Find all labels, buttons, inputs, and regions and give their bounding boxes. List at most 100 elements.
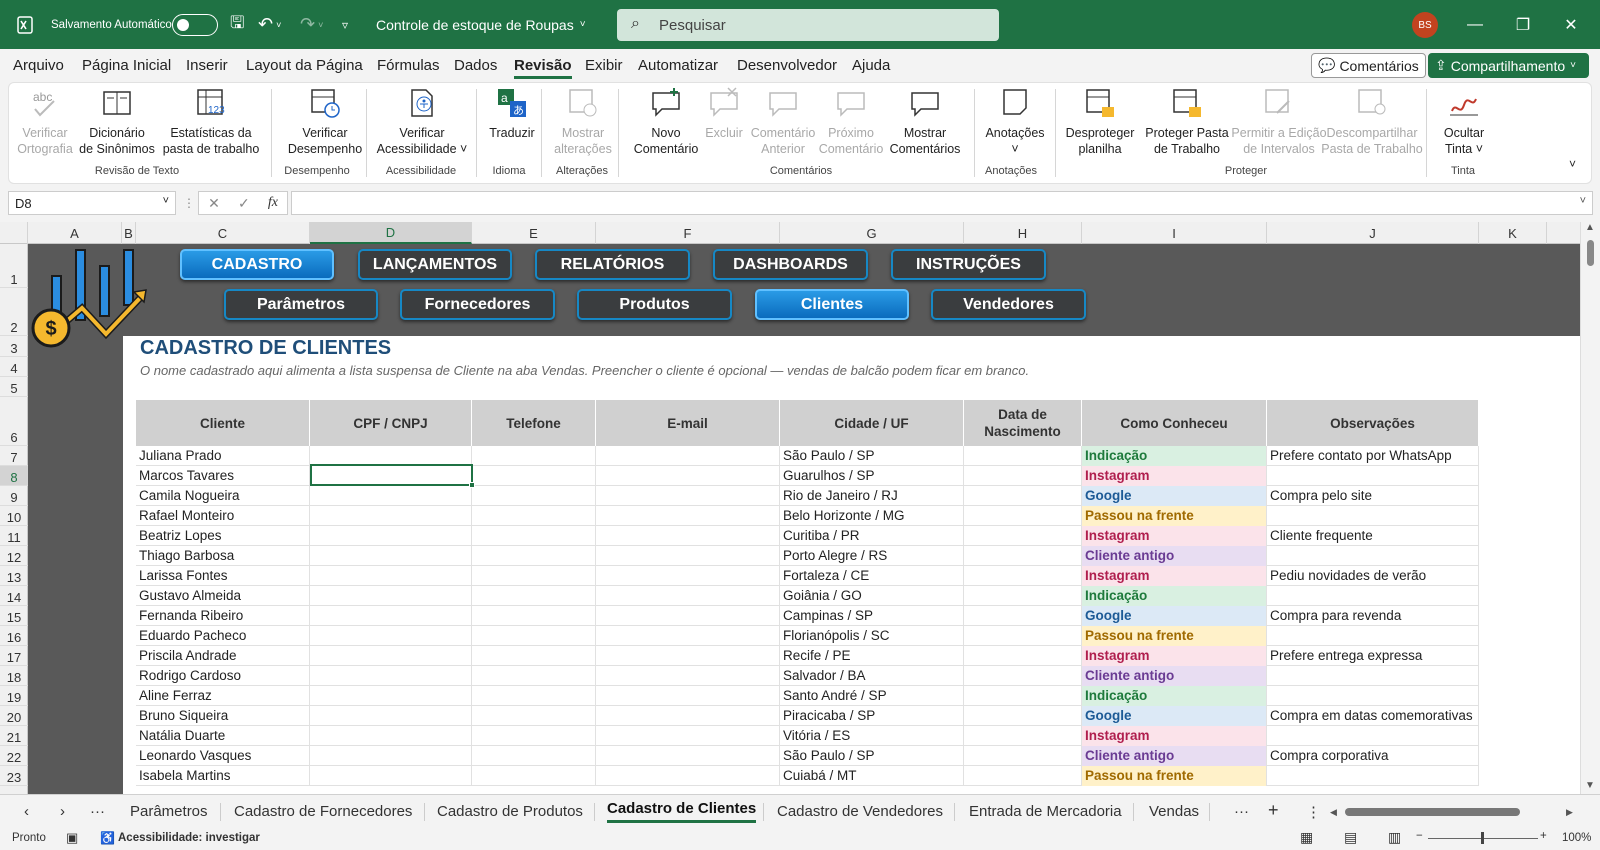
add-sheet-icon[interactable]: + bbox=[1268, 800, 1279, 821]
enter-icon[interactable]: ✓ bbox=[238, 195, 250, 212]
scroll-up-icon[interactable]: ▲ bbox=[1585, 222, 1595, 233]
menu-5[interactable]: Dados bbox=[454, 57, 497, 74]
table-cell[interactable] bbox=[310, 646, 472, 666]
vertical-scrollbar[interactable]: ▲ ▼ bbox=[1580, 222, 1600, 794]
table-cell[interactable]: Instagram bbox=[1082, 466, 1267, 486]
nav-top-4[interactable]: INSTRUÇÕES bbox=[891, 249, 1046, 280]
table-cell[interactable]: Compra para revenda bbox=[1267, 606, 1479, 626]
sheet-tab-4[interactable]: Cadastro de Vendedores bbox=[777, 803, 943, 820]
table-cell[interactable] bbox=[472, 446, 596, 466]
table-cell[interactable] bbox=[596, 666, 780, 686]
sheet-tab-6[interactable]: Vendas bbox=[1149, 803, 1199, 820]
table-cell[interactable] bbox=[472, 526, 596, 546]
nav-sub-0[interactable]: Parâmetros bbox=[224, 289, 378, 320]
zoom-in-icon[interactable]: + bbox=[1540, 830, 1547, 842]
table-cell[interactable] bbox=[964, 666, 1082, 686]
scroll-down-icon[interactable]: ▼ bbox=[1585, 780, 1595, 791]
menu-6[interactable]: Revisão bbox=[514, 57, 572, 79]
fill-handle[interactable] bbox=[469, 482, 475, 488]
horizontal-scroll-thumb[interactable] bbox=[1345, 808, 1520, 816]
menu-9[interactable]: Desenvolvedor bbox=[737, 57, 837, 74]
table-cell[interactable]: Compra pelo site bbox=[1267, 486, 1479, 506]
row-header-1[interactable]: 1 bbox=[0, 244, 28, 288]
table-cell[interactable]: Cliente antigo bbox=[1082, 546, 1267, 566]
table-cell[interactable] bbox=[596, 626, 780, 646]
table-cell[interactable] bbox=[472, 506, 596, 526]
table-cell[interactable] bbox=[964, 506, 1082, 526]
table-cell[interactable] bbox=[596, 506, 780, 526]
table-cell[interactable] bbox=[310, 606, 472, 626]
table-cell[interactable] bbox=[596, 606, 780, 626]
row-header-19[interactable]: 19 bbox=[0, 686, 28, 706]
sheet-tab-0[interactable]: Parâmetros bbox=[130, 803, 208, 820]
table-cell[interactable]: Prefere contato por WhatsApp bbox=[1267, 446, 1479, 466]
table-cell[interactable]: Fernanda Ribeiro bbox=[136, 606, 310, 626]
table-cell[interactable] bbox=[310, 706, 472, 726]
table-cell[interactable] bbox=[964, 566, 1082, 586]
table-cell[interactable] bbox=[964, 646, 1082, 666]
redo-icon[interactable]: ↷ ˅ bbox=[300, 0, 323, 49]
table-cell[interactable] bbox=[310, 486, 472, 506]
table-cell[interactable]: Natália Duarte bbox=[136, 726, 310, 746]
table-cell[interactable]: Thiago Barbosa bbox=[136, 546, 310, 566]
table-cell[interactable]: Instagram bbox=[1082, 646, 1267, 666]
selected-cell[interactable] bbox=[310, 464, 475, 488]
row-header-21[interactable]: 21 bbox=[0, 726, 28, 746]
row-header-12[interactable]: 12 bbox=[0, 546, 28, 566]
menu-10[interactable]: Ajuda bbox=[852, 57, 890, 74]
nav-top-2[interactable]: RELATÓRIOS bbox=[535, 249, 690, 280]
ribbon-button-hide-ink[interactable]: Ocultar Tinta ˅ bbox=[1414, 87, 1514, 157]
column-header-c[interactable]: C bbox=[136, 222, 310, 244]
table-cell[interactable] bbox=[310, 666, 472, 686]
table-cell[interactable]: Gustavo Almeida bbox=[136, 586, 310, 606]
table-cell[interactable] bbox=[472, 586, 596, 606]
table-cell[interactable] bbox=[1267, 626, 1479, 646]
ribbon-button-workbook-stats[interactable]: 123 Estatísticas da pasta de trabalho bbox=[161, 87, 261, 157]
table-cell[interactable]: Passou na frente bbox=[1082, 766, 1267, 786]
menu-4[interactable]: Fórmulas bbox=[377, 57, 440, 74]
accessibility-status[interactable]: Acessibilidade: investigar bbox=[118, 832, 260, 844]
table-cell[interactable] bbox=[596, 766, 780, 786]
table-cell[interactable]: Instagram bbox=[1082, 566, 1267, 586]
table-cell[interactable] bbox=[472, 546, 596, 566]
accessibility-icon[interactable]: ♿ bbox=[100, 831, 115, 845]
table-cell[interactable] bbox=[596, 746, 780, 766]
nav-sub-1[interactable]: Fornecedores bbox=[400, 289, 555, 320]
ribbon-button-performance[interactable]: Verificar Desempenho bbox=[275, 87, 375, 157]
table-cell[interactable]: Recife / PE bbox=[780, 646, 964, 666]
table-cell[interactable] bbox=[472, 686, 596, 706]
table-cell[interactable] bbox=[596, 526, 780, 546]
page-break-icon[interactable]: ▥ bbox=[1388, 829, 1401, 846]
sheet-tab-3[interactable]: Cadastro de Clientes bbox=[607, 800, 757, 823]
customize-qat-icon[interactable]: ▿ bbox=[342, 0, 348, 49]
table-cell[interactable] bbox=[1267, 466, 1479, 486]
table-cell[interactable]: Marcos Tavares bbox=[136, 466, 310, 486]
row-header-3[interactable]: 3 bbox=[0, 336, 28, 357]
column-header-g[interactable]: G bbox=[780, 222, 964, 244]
table-cell[interactable]: Google bbox=[1082, 486, 1267, 506]
table-cell[interactable] bbox=[472, 646, 596, 666]
nav-top-0[interactable]: CADASTRO bbox=[180, 249, 334, 280]
table-cell[interactable]: Google bbox=[1082, 706, 1267, 726]
table-cell[interactable] bbox=[310, 686, 472, 706]
table-cell[interactable] bbox=[472, 746, 596, 766]
table-cell[interactable]: São Paulo / SP bbox=[780, 446, 964, 466]
table-cell[interactable] bbox=[964, 606, 1082, 626]
table-cell[interactable]: Instagram bbox=[1082, 526, 1267, 546]
page-layout-icon[interactable]: ▤ bbox=[1344, 829, 1357, 846]
row-header-6[interactable]: 6 bbox=[0, 397, 28, 446]
table-cell[interactable] bbox=[1267, 546, 1479, 566]
row-header-9[interactable]: 9 bbox=[0, 486, 28, 506]
row-header-23[interactable]: 23 bbox=[0, 766, 28, 786]
close-icon[interactable]: ✕ bbox=[1548, 0, 1594, 49]
undo-icon[interactable]: ↶ ˅ bbox=[258, 0, 281, 49]
table-cell[interactable] bbox=[596, 566, 780, 586]
table-cell[interactable] bbox=[472, 466, 596, 486]
search-box[interactable]: ⌕ Pesquisar bbox=[617, 9, 999, 41]
ribbon-button-protect-workbook[interactable]: Proteger Pasta de Trabalho bbox=[1137, 87, 1237, 157]
row-header-10[interactable]: 10 bbox=[0, 506, 28, 526]
ribbon-button-thesaurus[interactable]: Dicionário de Sinônimos bbox=[67, 87, 167, 157]
table-cell[interactable]: Eduardo Pacheco bbox=[136, 626, 310, 646]
table-cell[interactable] bbox=[596, 586, 780, 606]
menu-1[interactable]: Página Inicial bbox=[82, 57, 171, 74]
